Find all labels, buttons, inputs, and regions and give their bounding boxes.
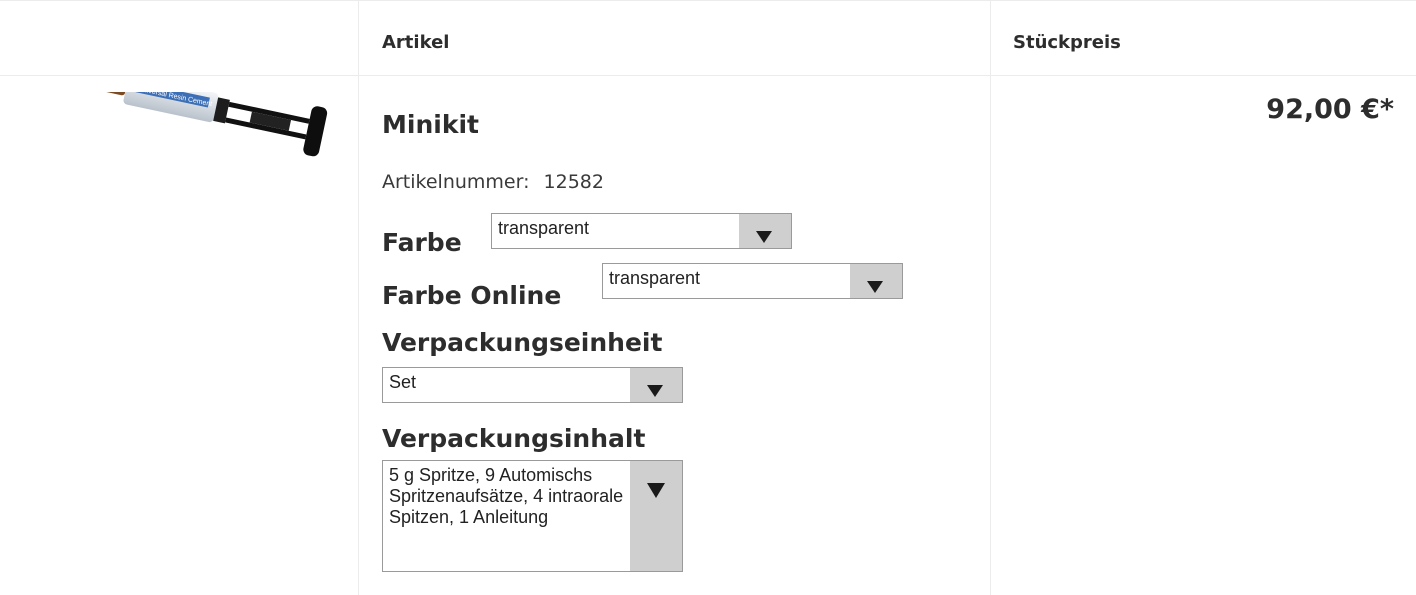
farbe-online-dropdown-button[interactable] (850, 264, 902, 298)
chevron-down-icon (647, 385, 663, 397)
verpackungseinheit-label: Verpackungseinheit (382, 328, 663, 357)
verpackungseinheit-select-value: Set (389, 372, 417, 392)
verpackungsinhalt-label: Verpackungsinhalt (382, 424, 646, 453)
row-divider (0, 75, 1416, 76)
row-divider (0, 0, 1416, 1)
article-number-value: 12582 (543, 171, 604, 193)
farbe-online-select[interactable]: transparent (602, 263, 903, 299)
verpackungseinheit-dropdown-button[interactable] (630, 368, 682, 402)
verpackungsinhalt-select-value: 5 g Spritze, 9 Automischs Spritzenaufsät… (389, 465, 624, 527)
farbe-select-value: transparent (498, 218, 590, 238)
chevron-down-icon (647, 483, 665, 498)
column-header-artikel: Artikel (382, 32, 450, 53)
verpackungseinheit-select[interactable]: Set (382, 367, 683, 403)
farbe-select[interactable]: transparent (491, 213, 792, 249)
farbe-dropdown-button[interactable] (739, 214, 791, 248)
column-divider (358, 0, 359, 595)
farbe-online-select-value: transparent (609, 268, 701, 288)
unit-price: 92,00 €* (1266, 94, 1394, 125)
article-number-row: Artikelnummer: 12582 (382, 171, 604, 193)
farbe-online-label: Farbe Online (382, 281, 562, 310)
chevron-down-icon (756, 231, 772, 243)
column-header-price: Stückpreis (1013, 32, 1121, 53)
chevron-down-icon (867, 281, 883, 293)
farbe-label: Farbe (382, 228, 462, 257)
column-divider (990, 0, 991, 595)
product-image[interactable]: Universal Resin Cement (18, 92, 348, 202)
verpackungsinhalt-select[interactable]: 5 g Spritze, 9 Automischs Spritzenaufsät… (382, 460, 683, 572)
verpackungsinhalt-dropdown-button[interactable] (630, 461, 682, 571)
product-title: Minikit (382, 110, 479, 139)
article-number-label: Artikelnummer: (382, 171, 530, 193)
